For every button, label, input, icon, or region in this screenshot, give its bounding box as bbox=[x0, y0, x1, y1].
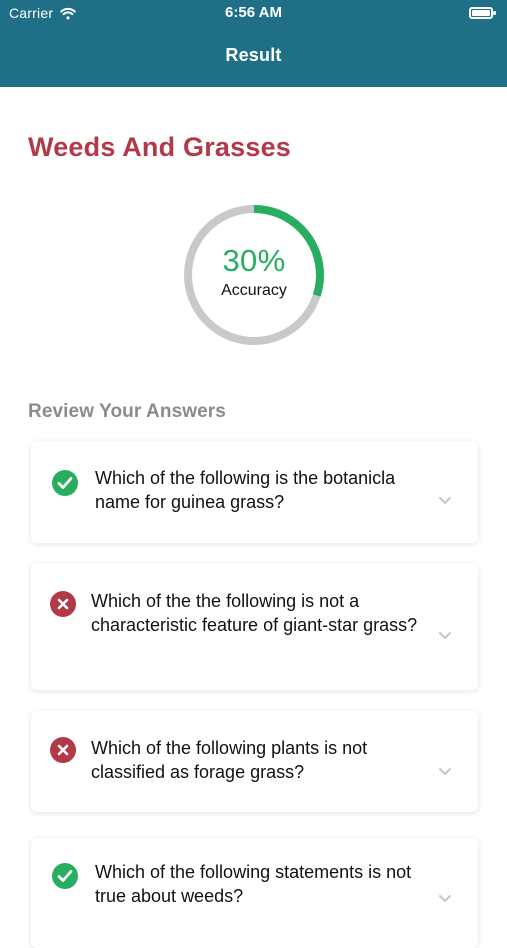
answer-card-content: Which of the following statements is not… bbox=[31, 838, 478, 948]
quiz-title: Weeds And Grasses bbox=[28, 132, 292, 162]
question-text: Which of the following statements is not… bbox=[95, 862, 412, 906]
x-circle-icon bbox=[49, 590, 77, 618]
review-heading: Review Your Answers bbox=[28, 401, 226, 422]
question-text: Which of the the following is not a char… bbox=[91, 591, 418, 635]
answer-card-3[interactable]: Which of the following plants is not cla… bbox=[31, 711, 478, 812]
battery-icon bbox=[469, 6, 497, 20]
question-text: Which of the following plants is not cla… bbox=[91, 738, 368, 782]
chevron-down-icon[interactable] bbox=[437, 763, 453, 779]
question-text: Which of the following is the botanicla … bbox=[95, 468, 396, 512]
answer-card-1[interactable]: Which of the following is the botanicla … bbox=[31, 441, 478, 543]
chevron-down-icon[interactable] bbox=[437, 492, 453, 508]
answer-card-content: Which of the following is the botanicla … bbox=[31, 441, 478, 543]
status-time: 6:56 AM bbox=[225, 4, 282, 21]
chevron-down-icon[interactable] bbox=[437, 890, 453, 906]
answer-card-2[interactable]: Which of the the following is not a char… bbox=[31, 563, 478, 690]
answer-card-4[interactable]: Which of the following statements is not… bbox=[31, 838, 478, 948]
status-bar: Carrier 6:56 AM bbox=[0, 0, 507, 28]
answer-card-content: Which of the following plants is not cla… bbox=[31, 711, 478, 812]
chevron-down-icon[interactable] bbox=[437, 627, 453, 643]
answer-card-content: Which of the the following is not a char… bbox=[31, 563, 478, 690]
accuracy-ring: 30% Accuracy bbox=[181, 202, 327, 348]
page-title: Result bbox=[225, 45, 282, 65]
top-header: Carrier 6:56 AM Result bbox=[0, 0, 507, 87]
check-circle-icon bbox=[51, 469, 79, 497]
x-circle-icon bbox=[49, 736, 77, 764]
check-circle-icon bbox=[51, 862, 79, 890]
